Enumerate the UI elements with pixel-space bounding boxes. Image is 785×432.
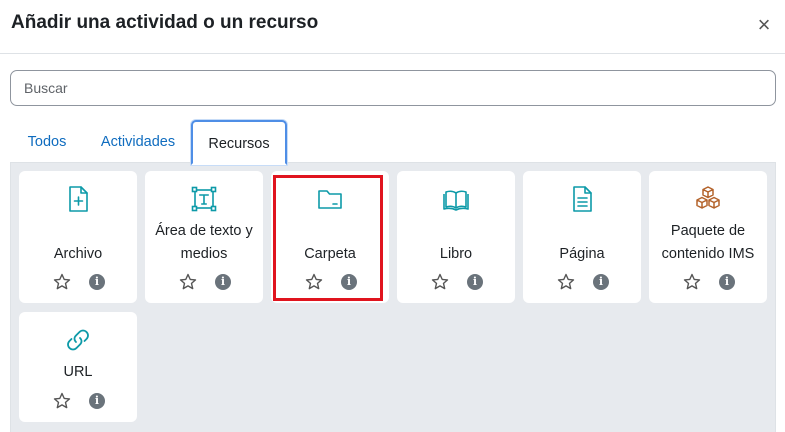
card-actions: i [523, 273, 641, 293]
card-archivo[interactable]: Archivo i [19, 171, 137, 303]
card-label: Carpeta [304, 246, 356, 262]
card-area-texto[interactable]: Área de texto y medios i [145, 171, 263, 303]
card-label-line2: contenido IMS [661, 246, 755, 262]
card-label: Libro [439, 246, 473, 262]
card-label-line1: Paquete de [670, 223, 746, 239]
card-carpeta[interactable]: Carpeta i [271, 171, 389, 303]
dialog-header: Añadir una actividad o un recurso × [0, 0, 785, 54]
book-icon [397, 185, 515, 213]
card-libro[interactable]: Libro i [397, 171, 515, 303]
card-actions: i [19, 273, 137, 293]
star-icon[interactable] [431, 273, 449, 291]
star-icon[interactable] [53, 392, 71, 410]
file-plus-icon [19, 185, 137, 213]
card-actions: i [145, 273, 263, 293]
dialog-title: Añadir una actividad o un recurso [11, 12, 319, 33]
info-icon[interactable]: i [215, 274, 231, 290]
page-icon [523, 185, 641, 213]
card-label-line2: medios [180, 246, 228, 262]
info-icon[interactable]: i [593, 274, 609, 290]
star-icon[interactable] [557, 273, 575, 291]
folder-icon [271, 185, 389, 213]
info-icon[interactable]: i [89, 274, 105, 290]
info-icon[interactable]: i [341, 274, 357, 290]
info-icon[interactable]: i [719, 274, 735, 290]
close-icon[interactable]: × [755, 14, 773, 36]
text-box-icon [145, 185, 263, 213]
tab-todos[interactable]: Todos [18, 120, 76, 162]
card-label: Archivo [53, 246, 103, 262]
tab-bar: Todos Actividades Recursos [10, 120, 776, 165]
info-icon[interactable]: i [89, 393, 105, 409]
star-icon[interactable] [53, 273, 71, 291]
search-input[interactable] [10, 70, 776, 106]
star-icon[interactable] [683, 273, 701, 291]
card-actions: i [271, 273, 389, 293]
card-label: URL [63, 364, 93, 380]
tab-recursos[interactable]: Recursos [191, 120, 287, 165]
card-label: Página [559, 246, 605, 262]
link-icon [19, 326, 137, 354]
card-actions: i [19, 392, 137, 412]
tab-actividades[interactable]: Actividades [92, 120, 184, 162]
card-actions: i [397, 273, 515, 293]
star-icon[interactable] [305, 273, 323, 291]
card-label-line1: Área de texto y [155, 223, 253, 239]
info-icon[interactable]: i [467, 274, 483, 290]
card-paquete-ims[interactable]: Paquete de contenido IMS i [649, 171, 767, 303]
card-pagina[interactable]: Página i [523, 171, 641, 303]
package-icon [649, 185, 767, 213]
star-icon[interactable] [179, 273, 197, 291]
card-actions: i [649, 273, 767, 293]
card-url[interactable]: URL i [19, 312, 137, 422]
